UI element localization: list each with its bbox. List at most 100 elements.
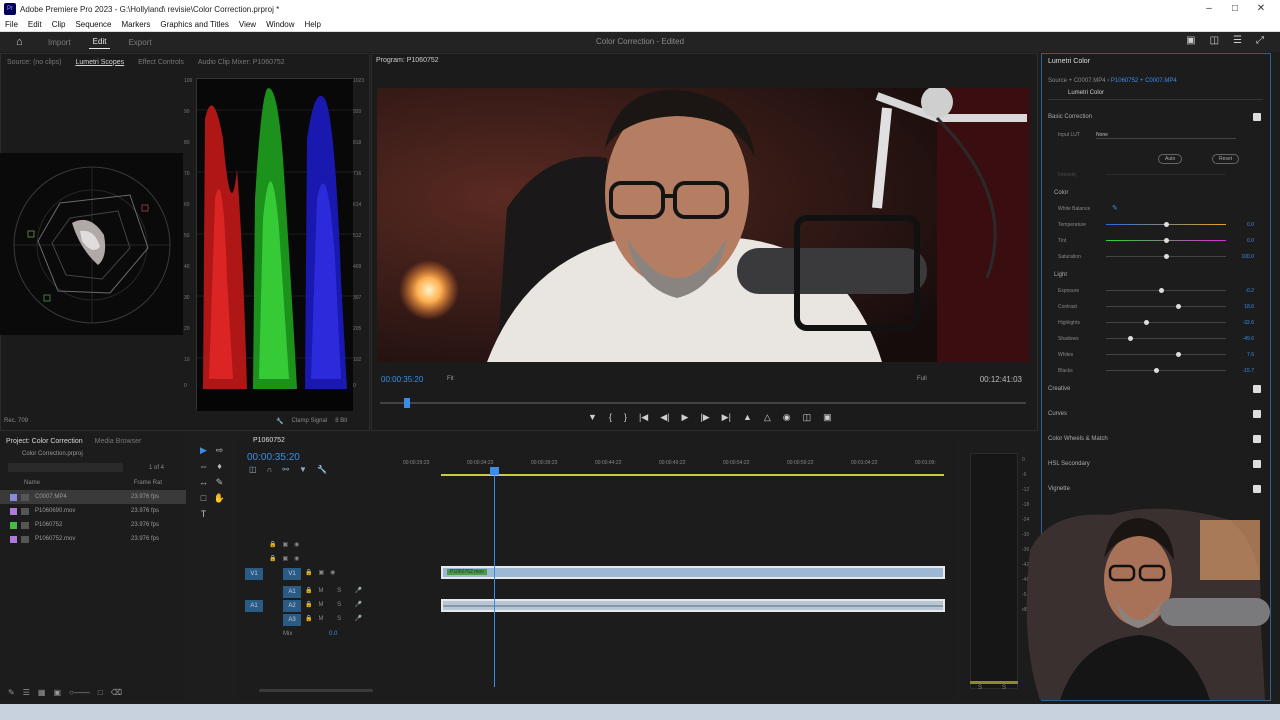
video-clip-v1[interactable]: P1060752.mov	[441, 566, 945, 579]
slider-value[interactable]: 7.6	[1247, 352, 1254, 358]
slider-value[interactable]: -15.7	[1243, 368, 1254, 374]
program-timecode[interactable]: 00:00:35:20	[381, 375, 423, 384]
slider-value[interactable]: -49.6	[1243, 336, 1254, 342]
hsl-secondary-section[interactable]: HSL Secondary	[1048, 460, 1263, 468]
pencil-icon[interactable]: ✎	[8, 688, 15, 697]
slip-tool-icon[interactable]: ↔	[197, 476, 210, 489]
section-enable-checkbox[interactable]	[1253, 410, 1261, 418]
bit-depth-dropdown[interactable]: 8 Bit	[335, 418, 347, 425]
slider-track[interactable]	[1106, 354, 1226, 355]
section-enable-checkbox[interactable]	[1253, 113, 1261, 121]
quick-export-icon[interactable]: ▣	[1186, 35, 1195, 46]
list-view-icon[interactable]: ☰	[23, 688, 30, 697]
zoom-dropdown[interactable]: Fit	[447, 376, 454, 382]
tab-edit[interactable]: Edit	[88, 35, 111, 49]
go-to-out-icon[interactable]: ▶|	[722, 412, 731, 423]
hand-tool-icon[interactable]: ✋	[213, 492, 226, 505]
menu-graphics[interactable]: Graphics and Titles	[155, 20, 233, 29]
slider-knob[interactable]	[1164, 254, 1169, 259]
icon-view-icon[interactable]: ▦	[38, 688, 46, 697]
section-enable-checkbox[interactable]	[1253, 460, 1261, 468]
selection-tool-icon[interactable]: ▶	[197, 444, 210, 457]
tab-project[interactable]: Project: Color Correction	[6, 438, 83, 445]
menu-edit[interactable]: Edit	[23, 20, 47, 29]
clamp-signal-checkbox[interactable]: Clamp Signal	[292, 418, 328, 425]
input-lut-dropdown[interactable]: None	[1096, 132, 1236, 139]
tab-source[interactable]: Source: (no clips)	[7, 59, 61, 66]
slider-value[interactable]: 100.0	[1241, 254, 1254, 260]
delete-icon[interactable]: ⌫	[111, 688, 122, 697]
track-controls[interactable]: 🔒M S 🎤	[305, 587, 368, 594]
track-controls[interactable]: 🔒▣◉	[269, 555, 305, 562]
tab-media-browser[interactable]: Media Browser	[95, 438, 142, 445]
lumetri-sequence-clip[interactable]: P1060752 + C0007.MP4	[1111, 78, 1177, 84]
program-monitor-title[interactable]: Program: P1060752	[376, 57, 439, 64]
razor-tool-icon[interactable]: ♦	[213, 460, 226, 473]
track-controls[interactable]: 🔒M S 🎤	[305, 601, 368, 608]
step-back-icon[interactable]: ◀|	[660, 412, 669, 423]
rectangle-tool-icon[interactable]: □	[197, 492, 210, 505]
source-patch-v1[interactable]: V1	[245, 568, 263, 580]
go-to-in-icon[interactable]: |◀	[639, 412, 648, 423]
work-area-bar[interactable]	[441, 474, 944, 476]
play-icon[interactable]: ▶	[681, 412, 688, 423]
project-item[interactable]: P1060752 23.976 fps	[0, 518, 186, 532]
slider-track[interactable]	[1106, 306, 1226, 307]
slider-knob[interactable]	[1128, 336, 1133, 341]
slider-knob[interactable]	[1159, 288, 1165, 293]
slider-value[interactable]: -32.6	[1243, 320, 1254, 326]
light-subsection[interactable]: Light	[1048, 272, 1263, 278]
tab-lumetri-scopes[interactable]: Lumetri Scopes	[75, 59, 124, 66]
extract-icon[interactable]: △	[764, 412, 771, 423]
column-name[interactable]: Name	[24, 480, 40, 486]
resolution-dropdown[interactable]: Full	[917, 376, 927, 382]
timeline-timecode[interactable]: 00:00:35:20	[247, 452, 300, 463]
linked-selection-icon[interactable]: ⚯	[282, 465, 289, 474]
menu-help[interactable]: Help	[300, 20, 326, 29]
reset-button[interactable]: Reset	[1212, 154, 1240, 164]
menu-file[interactable]: File	[0, 20, 23, 29]
lumetri-panel-title[interactable]: Lumetri Color	[1048, 58, 1090, 65]
tab-effect-controls[interactable]: Effect Controls	[138, 59, 184, 66]
ripple-edit-icon[interactable]: ⇔	[197, 460, 210, 473]
auto-button[interactable]: Auto	[1158, 154, 1183, 164]
lumetri-source-clip[interactable]: Source + C0007.MP4	[1048, 78, 1106, 84]
minimize-button[interactable]: –	[1196, 0, 1222, 18]
program-scrub-bar[interactable]	[380, 398, 1026, 408]
timeline-settings-icon[interactable]: 🔧	[317, 465, 327, 474]
project-item[interactable]: P1060752.mov 23.976 fps	[0, 532, 186, 546]
lift-icon[interactable]: ▲	[743, 412, 752, 423]
colorspace-label[interactable]: Rec. 709	[4, 418, 28, 425]
timeline-zoom-scrollbar[interactable]	[259, 689, 373, 692]
slider-value[interactable]: 0.0	[1247, 238, 1254, 244]
timeline-playhead-line[interactable]	[494, 467, 495, 687]
zoom-slider[interactable]: ○——	[69, 688, 90, 697]
track-name-v1[interactable]: V1	[283, 568, 301, 580]
type-tool-icon[interactable]: T	[197, 508, 210, 521]
slider-knob[interactable]	[1164, 222, 1169, 227]
pen-tool-icon[interactable]: ✎	[213, 476, 226, 489]
slider-track[interactable]	[1106, 322, 1226, 323]
wrench-icon[interactable]: 🔧	[276, 418, 283, 425]
project-search-input[interactable]	[8, 463, 123, 472]
timeline-playhead[interactable]	[490, 467, 499, 475]
snap-icon[interactable]: ∩	[267, 465, 273, 474]
slider-track[interactable]	[1106, 290, 1226, 291]
track-name-a1[interactable]: A1	[283, 586, 301, 598]
track-controls[interactable]: 🔒▣◉	[269, 541, 305, 548]
slider-knob[interactable]	[1164, 238, 1169, 243]
intensity-slider[interactable]	[1106, 174, 1226, 175]
slider-track[interactable]	[1106, 338, 1226, 339]
slider-track[interactable]	[1106, 370, 1226, 371]
slider-value[interactable]: 0.0	[1247, 222, 1254, 228]
slider-knob[interactable]	[1176, 352, 1181, 357]
track-name-a2[interactable]: A2	[283, 600, 301, 612]
solo-left-button[interactable]: S	[978, 685, 982, 691]
share-icon[interactable]: ◫	[1210, 35, 1219, 46]
program-playhead[interactable]	[404, 398, 410, 408]
menu-view[interactable]: View	[234, 20, 261, 29]
menu-clip[interactable]: Clip	[47, 20, 71, 29]
new-item-icon[interactable]: □	[98, 688, 103, 697]
project-item[interactable]: C0007.MP4 23.976 fps	[0, 490, 186, 504]
slider-value[interactable]: 18.6	[1244, 304, 1254, 310]
